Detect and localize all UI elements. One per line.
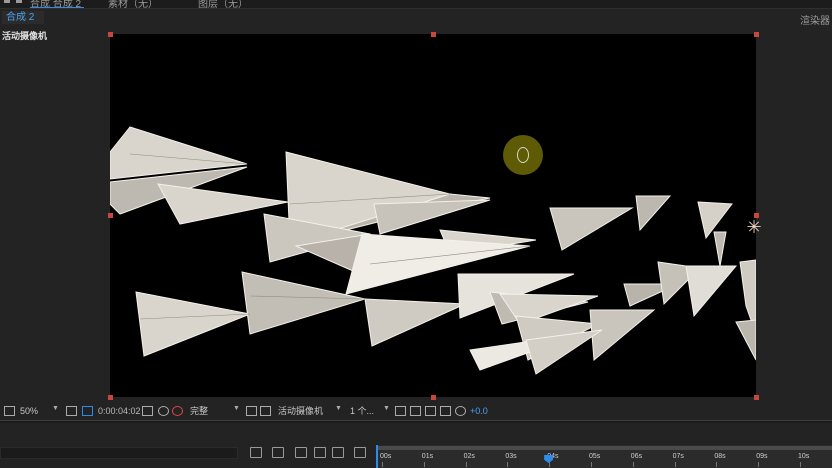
transparency-grid-icon[interactable] [260, 406, 271, 416]
ruler-tick [632, 462, 634, 467]
tab-layer[interactable]: 图层（无） [198, 0, 248, 8]
ruler-tick [674, 462, 676, 467]
lock-icon[interactable] [16, 0, 22, 3]
ruler-label: 08s [714, 453, 726, 460]
active-camera-label: 活动摄像机 [2, 31, 48, 41]
ruler-tick [382, 462, 383, 467]
timeline-icon[interactable] [410, 406, 421, 416]
ruler-label: 00s [380, 453, 392, 460]
reset-exposure-icon[interactable] [440, 406, 451, 416]
ruler-tick [716, 462, 718, 467]
ruler-tick [507, 462, 509, 467]
ruler-tick [758, 462, 760, 467]
camera-target-icon[interactable]: ✳ [745, 218, 763, 236]
chevron-down-icon[interactable]: ▼ [52, 405, 59, 412]
zoom-select[interactable]: 50% [20, 405, 38, 418]
viewer-toolbar: 50% ▼ 0:00:04:02 完整 ▼ 活动摄像机 ▼ 1 个... ▼ +… [0, 403, 832, 420]
ruler-tick [423, 462, 425, 467]
camera-snapshot-icon[interactable] [142, 406, 153, 416]
light-gizmo-icon[interactable] [503, 135, 543, 175]
paper-planes-scene [110, 126, 756, 375]
ruler-tick [549, 462, 551, 467]
comp-flowchart-icon[interactable] [425, 406, 436, 416]
exposure-icon[interactable] [455, 406, 466, 416]
layer-search-input[interactable] [0, 447, 238, 459]
work-area-bar[interactable] [378, 446, 832, 450]
ruler-tick [465, 462, 467, 467]
layer-handle[interactable] [108, 395, 113, 400]
show-snapshot-icon[interactable] [158, 406, 169, 416]
layer-handle[interactable] [431, 32, 436, 37]
monitor-icon[interactable] [4, 406, 15, 416]
exposure-value[interactable]: +0.0 [470, 405, 488, 418]
layer-handle[interactable] [754, 395, 759, 400]
shy-layers-icon[interactable] [295, 447, 307, 458]
chevron-down-icon[interactable]: ▼ [233, 405, 240, 412]
timeline-panel: 00s01s02s03s04s05s06s07s08s09s10s [0, 423, 832, 468]
draft-3d-icon[interactable] [272, 447, 284, 458]
panel-tab-bar: 合成 合成 2 素材（无） 图层（无） [0, 0, 832, 9]
time-ruler[interactable]: 00s01s02s03s04s05s06s07s08s09s10s [376, 445, 832, 468]
ruler-label: 02s [463, 453, 475, 460]
layer-handle[interactable] [431, 395, 436, 400]
current-time[interactable]: 0:00:04:02 [98, 405, 141, 418]
ruler-label: 06s [630, 453, 643, 460]
frame-blending-icon[interactable] [314, 447, 326, 458]
color-channel-icon[interactable] [172, 406, 183, 416]
resolution-select[interactable]: 完整 [190, 405, 208, 418]
layer-handle[interactable] [108, 213, 113, 218]
ruler-label: 01s [421, 453, 434, 460]
ruler-label: 03s [505, 453, 517, 460]
fast-preview-icon[interactable] [246, 406, 257, 416]
comp-navigator-bar: 合成 2 渲染器 [0, 9, 832, 27]
motion-blur-icon[interactable] [332, 447, 344, 458]
ruler-label: 10s [798, 453, 810, 460]
ruler-tick [800, 462, 801, 467]
ruler-label: 07s [672, 453, 684, 460]
comp-mini-flowchart-icon[interactable] [250, 447, 262, 458]
ruler-tick [591, 462, 592, 467]
panel-menu-icon[interactable] [4, 0, 10, 3]
view-layout-select[interactable]: 1 个... [350, 405, 374, 418]
ruler-label: 09s [756, 453, 768, 460]
chevron-down-icon[interactable]: ▼ [335, 405, 342, 412]
fit-view-icon[interactable] [66, 406, 77, 416]
chevron-down-icon[interactable]: ▼ [383, 405, 390, 412]
renderer-label[interactable]: 渲染器 [800, 12, 830, 27]
graph-editor-icon[interactable] [354, 447, 366, 458]
ruler-label: 05s [589, 453, 601, 460]
camera-select[interactable]: 活动摄像机 [278, 405, 323, 418]
tab-footage[interactable]: 素材（无） [108, 0, 158, 8]
pixel-aspect-icon[interactable] [395, 406, 406, 416]
region-of-interest-icon[interactable] [82, 406, 93, 416]
comp-breadcrumb[interactable]: 合成 2 [2, 11, 44, 24]
layer-handle[interactable] [108, 32, 113, 37]
layer-handle[interactable] [754, 32, 759, 37]
composition-viewer[interactable] [110, 34, 756, 397]
